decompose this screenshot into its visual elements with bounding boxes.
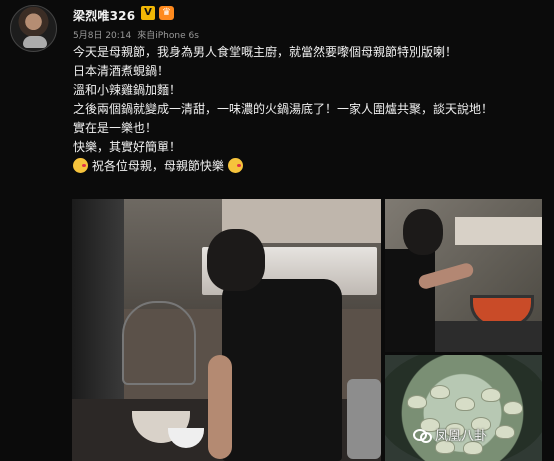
person-head	[403, 209, 443, 255]
person-body	[222, 279, 342, 461]
avatar-photo	[23, 36, 47, 48]
verified-badge-icon: V	[141, 6, 155, 20]
post-line-1: 今天是母親節，我身為男人食堂嘅主廚，就當然要嚟個母親節特別版喇！	[73, 45, 458, 59]
clam	[455, 397, 475, 411]
clam	[407, 395, 427, 409]
person-head	[207, 229, 265, 291]
clam	[481, 388, 501, 402]
kiss-face-icon	[227, 158, 243, 173]
post-line-6: 快樂，其實好簡單！	[73, 140, 182, 154]
post-line-5: 實在是一樂也！	[73, 121, 158, 135]
stove	[435, 321, 542, 352]
post-source[interactable]: 來自iPhone 6s	[137, 31, 199, 41]
post-line-7: 祝各位母親，母親節快樂	[73, 157, 543, 176]
fenghuang-logo-icon	[413, 427, 432, 443]
post-line-3: 溫和小辣雞鍋加麵！	[73, 83, 182, 97]
photo-clam-pot[interactable]	[385, 355, 542, 461]
post-line-7-text: 祝各位母親，母親節快樂	[91, 159, 224, 173]
watermark-text: 凤凰八卦	[435, 429, 488, 444]
post-meta: 5月8日 20:14 來自iPhone 6s	[73, 28, 199, 41]
post-line-2: 日本清酒煮蜆鍋！	[73, 64, 170, 78]
post-photos	[72, 199, 542, 461]
post-text: 今天是母親節，我身為男人食堂嘅主廚，就當然要嚟個母親節特別版喇！ 日本清酒煮蜆鍋…	[73, 43, 543, 176]
person-body	[385, 249, 435, 352]
person-arm	[208, 355, 232, 459]
crown-badge-icon: ♛	[159, 6, 174, 20]
photo-stove-pan[interactable]	[385, 199, 542, 352]
clam	[495, 425, 515, 439]
range-hood	[455, 217, 542, 245]
pot	[347, 379, 381, 459]
user-avatar[interactable]	[10, 5, 57, 52]
photo-kitchen-cooking[interactable]	[72, 199, 381, 461]
user-name[interactable]: 梁烈唯326	[73, 7, 135, 24]
watermark: 凤凰八卦	[413, 425, 487, 444]
post-line-4: 之後兩個鍋就變成一清甜，一味濃的火鍋湯底了！一家人圍爐共聚，談天說地！	[73, 102, 494, 116]
clam	[430, 385, 450, 399]
clam	[503, 401, 523, 415]
kiss-face-icon	[73, 158, 88, 173]
dish-rack	[122, 301, 196, 385]
weibo-post: 梁烈唯326 V ♛ 5月8日 20:14 來自iPhone 6s 今天是母親節，…	[0, 0, 554, 461]
post-date[interactable]: 5月8日 20:14	[73, 31, 131, 41]
